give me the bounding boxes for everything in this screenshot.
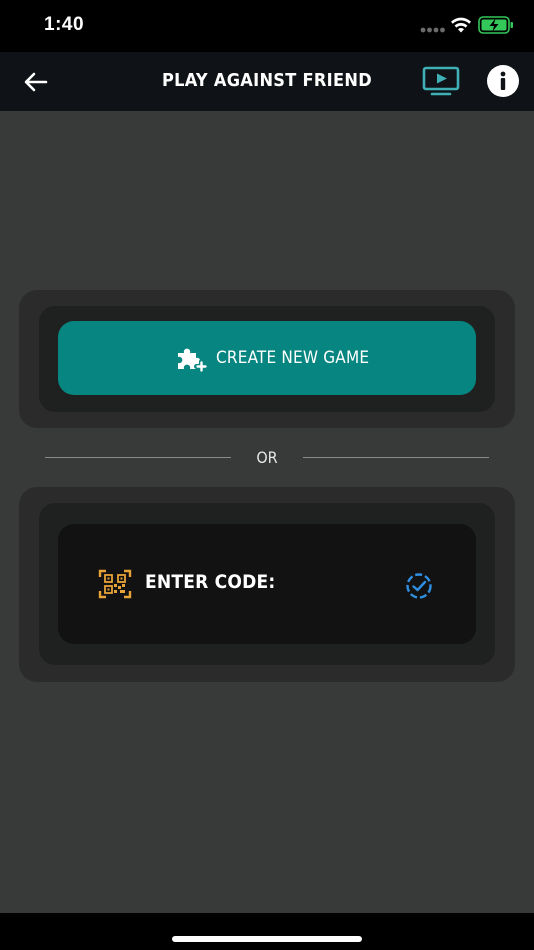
status-bar: 1:40 (0, 0, 534, 52)
home-indicator[interactable] (172, 936, 362, 942)
info-icon (487, 65, 519, 97)
create-game-card-inner: CREATE NEW GAME (39, 306, 495, 412)
cast-button[interactable] (422, 66, 460, 96)
info-button[interactable] (487, 65, 519, 97)
puzzle-plus-icon (178, 348, 208, 373)
create-new-game-button[interactable]: CREATE NEW GAME (58, 321, 476, 395)
status-time: 1:40 (44, 14, 85, 35)
nav-bar: PLAY AGAINST FRIEND (0, 52, 534, 111)
bottom-bar (0, 913, 534, 950)
enter-code-field[interactable]: ENTER CODE: (58, 524, 476, 644)
create-new-game-label: CREATE NEW GAME (216, 348, 370, 368)
cellular-signal-icon (420, 27, 445, 33)
check-circle-dashed-icon[interactable] (404, 571, 434, 601)
battery-charging-icon (478, 16, 513, 34)
divider-line-right (303, 457, 489, 458)
cast-screen-icon (422, 66, 460, 96)
wifi-icon (451, 17, 471, 33)
enter-code-label: ENTER CODE: (145, 571, 276, 593)
screen: 1:40 PLAY AGAINST FRIEND CREATE NEW GAME… (0, 0, 534, 950)
qr-code-icon (98, 569, 132, 599)
create-game-card: CREATE NEW GAME (19, 290, 515, 428)
